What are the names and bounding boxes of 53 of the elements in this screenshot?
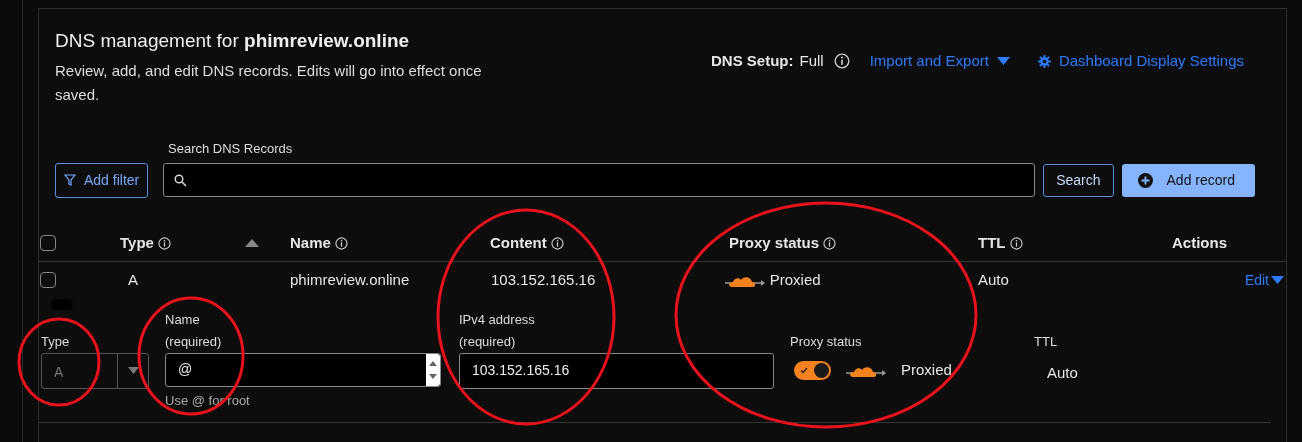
info-icon[interactable] [823, 236, 837, 250]
edit-link[interactable]: Edit [1244, 269, 1284, 291]
info-icon[interactable] [1009, 236, 1023, 250]
column-header[interactable]: Type [120, 231, 154, 255]
import-export-link[interactable]: Import and Export [869, 49, 1010, 73]
column-header[interactable]: Proxy status [729, 231, 820, 255]
search-button[interactable]: Search [1043, 163, 1114, 197]
column-header[interactable]: Actions [1172, 231, 1227, 255]
proxy-toggle[interactable] [794, 361, 831, 380]
field-label: IPv4 address [459, 310, 536, 329]
page-description: Review, add, and edit DNS records. Edits will go into effect once saved. [55, 61, 483, 105]
proxy-status-text: Proxied [901, 360, 952, 381]
table-cell: A [128, 270, 138, 288]
caret-icon [996, 57, 1010, 65]
ttl-value: Auto [1047, 362, 1078, 383]
search-icon [174, 173, 188, 187]
checkbox[interactable] [40, 235, 56, 251]
page-title: DNS management for phimreview.online [55, 29, 411, 53]
info-icon[interactable] [550, 236, 564, 250]
field-label: Type [41, 332, 71, 351]
column-header[interactable]: Content [490, 231, 547, 255]
plus-icon [1137, 172, 1153, 188]
required-note: (required) [459, 332, 517, 351]
column-header[interactable]: TTL [978, 231, 1006, 255]
table-cell: phimreview.online [290, 270, 410, 288]
info-icon[interactable] [833, 53, 850, 69]
table-cell: Auto [978, 270, 1009, 288]
filter-icon [64, 174, 76, 186]
dns-setup-value: Full [799, 50, 824, 71]
dns-setup-label: DNS Setup: [711, 50, 794, 71]
ipv4-input[interactable]: 103.152.165.16 [459, 352, 774, 389]
field-label: TTL [1034, 332, 1059, 351]
add-record-button[interactable]: Add record [1121, 163, 1255, 197]
name-input[interactable]: @ [165, 352, 441, 387]
caret-icon [1271, 276, 1284, 285]
check-icon [800, 367, 808, 374]
display-settings-link[interactable]: Dashboard Display Settings [1037, 49, 1244, 73]
table-cell-text: Proxied [769, 269, 821, 290]
sort-icon[interactable] [244, 239, 259, 247]
info-icon[interactable] [157, 236, 171, 250]
field-label: Name [165, 310, 201, 329]
add-filter-button[interactable]: Add filter [55, 162, 149, 198]
table-cell: 103.152.165.16 [490, 270, 596, 288]
spinner-icon[interactable] [429, 359, 437, 380]
caret-icon [127, 367, 139, 374]
checkbox[interactable] [40, 272, 56, 288]
required-note: (required) [165, 332, 223, 351]
gear-icon [1037, 54, 1051, 68]
search-label: Search DNS Records [168, 140, 294, 158]
field-label: Proxy status [790, 332, 863, 351]
search-field[interactable] [163, 163, 1036, 197]
column-header[interactable]: Name [290, 231, 331, 255]
info-icon[interactable] [334, 236, 348, 250]
